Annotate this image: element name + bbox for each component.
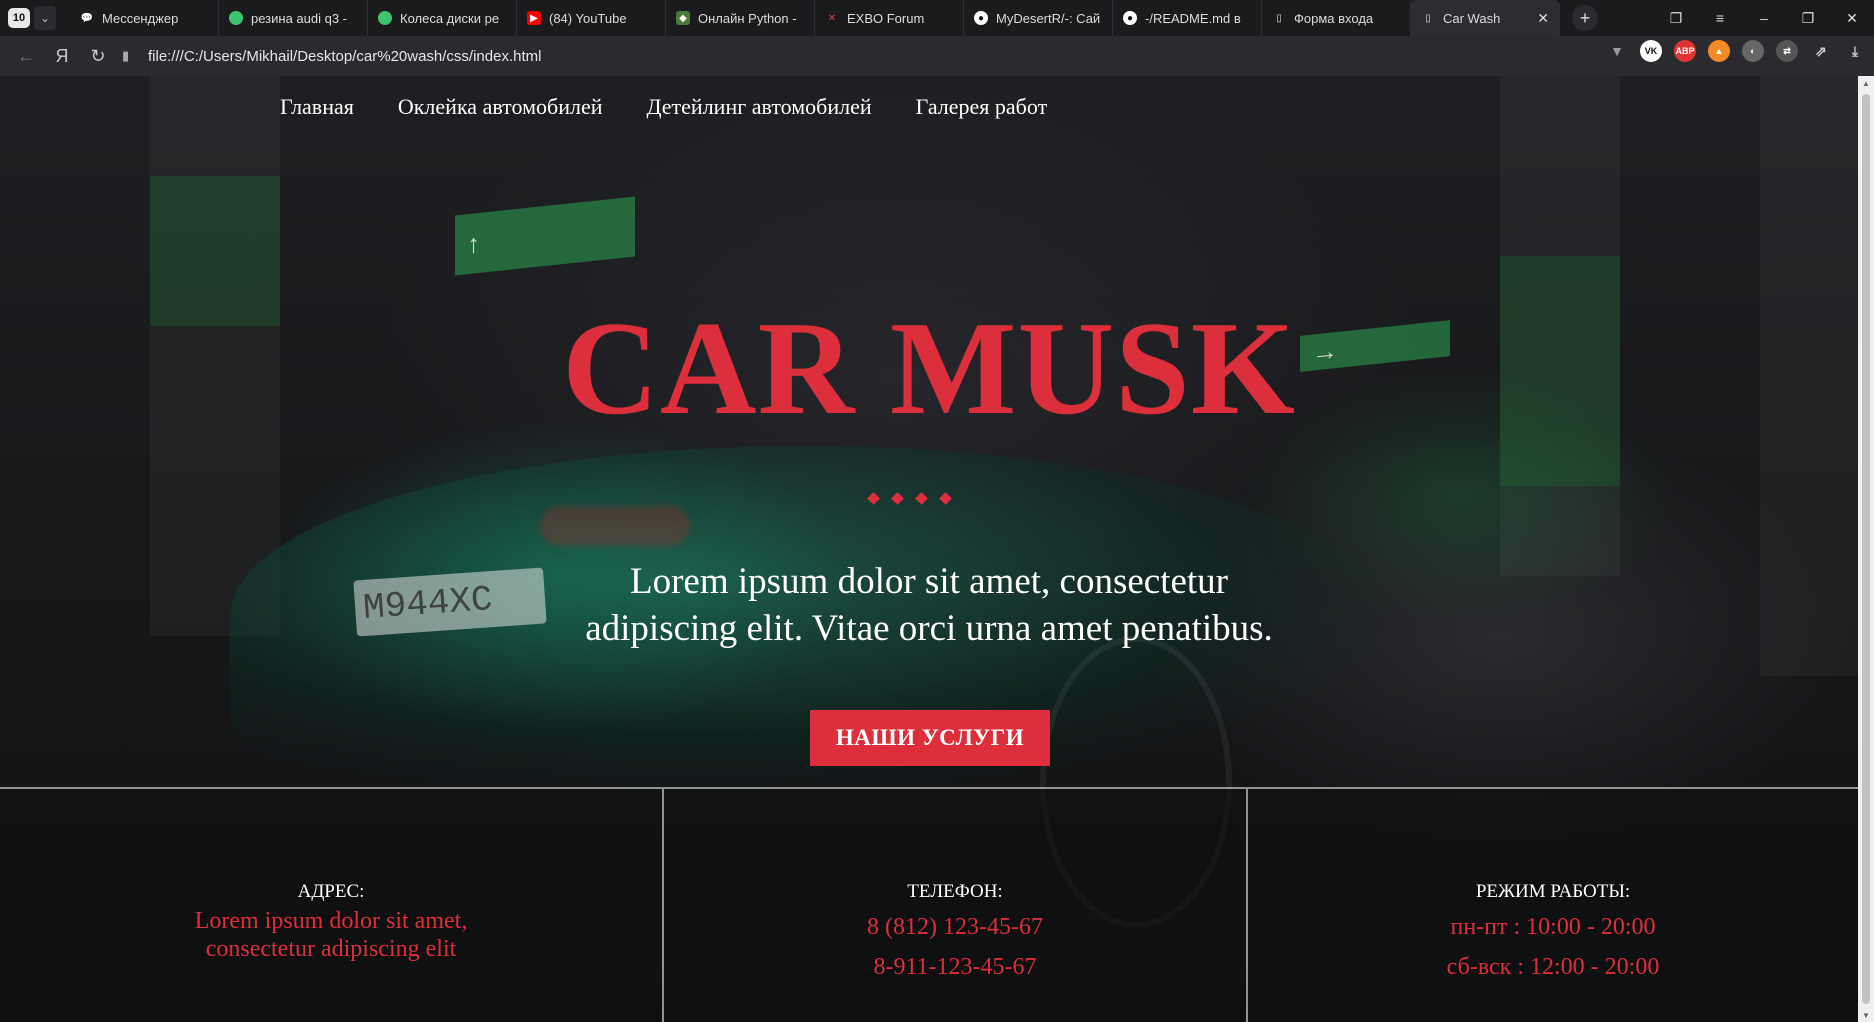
hours-value: пн-пт : 10:00 - 20:00 bbox=[1450, 914, 1656, 940]
diamond-icon bbox=[867, 492, 880, 505]
new-tab-button[interactable]: + bbox=[1572, 5, 1598, 31]
tabs-dropdown-icon[interactable]: ⌄ bbox=[34, 6, 56, 30]
address-bar[interactable]: file:///C:/Users/Mikhail/Desktop/car%20w… bbox=[148, 48, 541, 65]
metamask-icon[interactable]: ▲ bbox=[1708, 40, 1730, 62]
tab-audi-tires[interactable]: резина audi q3 - bbox=[219, 0, 368, 36]
tab-wheels[interactable]: Колеса диски ре bbox=[368, 0, 517, 36]
tab-title: Форма входа bbox=[1294, 10, 1374, 26]
nav-link-wrapping[interactable]: Оклейка автомобилей bbox=[398, 94, 603, 120]
document-icon: ▯ bbox=[1425, 12, 1431, 24]
back-arrow-icon[interactable]: ← bbox=[8, 40, 44, 72]
vk-icon[interactable]: VK bbox=[1640, 40, 1662, 62]
phone-block: ТЕЛЕФОН: 8 (812) 123-45-67 8-911-123-45-… bbox=[662, 789, 1246, 1022]
hours-value: сб-вск : 12:00 - 20:00 bbox=[1446, 954, 1660, 980]
scroll-up-icon[interactable]: ▲ bbox=[1858, 76, 1874, 90]
tab-title: Мессенджер bbox=[102, 10, 179, 26]
tab-exbo[interactable]: ✕ EXBO Forum bbox=[815, 0, 964, 36]
bookmark-icon[interactable]: ▼ bbox=[1606, 40, 1628, 62]
python-shield-icon: ◆ bbox=[676, 11, 690, 25]
tab-car-wash[interactable]: ▯ Car Wash ✕ bbox=[1411, 0, 1560, 36]
contact-info-row: АДРЕС: Lorem ipsum dolor sit amet, conse… bbox=[0, 787, 1858, 1022]
download-icon[interactable]: ⤓ bbox=[1844, 40, 1866, 62]
yandex-icon[interactable]: Я bbox=[44, 40, 80, 72]
exbo-icon: ✕ bbox=[827, 12, 837, 24]
youtube-icon: ▶ bbox=[527, 11, 541, 25]
diamond-icon bbox=[891, 492, 904, 505]
hero-title: CAR MUSK bbox=[562, 294, 1296, 442]
scrollbar-thumb[interactable] bbox=[1862, 94, 1870, 1004]
hours-label: РЕЖИМ РАБОТЫ: bbox=[1475, 881, 1631, 902]
tab-youtube[interactable]: ▶ (84) YouTube bbox=[517, 0, 666, 36]
our-services-button[interactable]: НАШИ УСЛУГИ bbox=[810, 710, 1050, 766]
address-label: АДРЕС: bbox=[297, 881, 365, 902]
web-page: ↑ → M944XC Главная Оклейка автомобилей Д… bbox=[0, 76, 1858, 1022]
tab-title: (84) YouTube bbox=[549, 10, 627, 26]
tab-title: резина audi q3 - bbox=[251, 10, 348, 26]
avito-icon bbox=[229, 11, 243, 25]
diamond-icon bbox=[939, 492, 952, 505]
hero-description-line: Lorem ipsum dolor sit amet, consectetur bbox=[629, 561, 1229, 602]
tab-github-readme[interactable]: ● -/README.md в bbox=[1113, 0, 1262, 36]
tab-title: -/README.md в bbox=[1145, 10, 1241, 26]
diamond-icon bbox=[915, 492, 928, 505]
site-navigation: Главная Оклейка автомобилей Детейлинг ав… bbox=[280, 94, 1047, 120]
collections-icon[interactable]: ❐ bbox=[1654, 0, 1698, 36]
hero-description-line: adipiscing elit. Vitae orci urna amet pe… bbox=[585, 608, 1273, 649]
address-value: Lorem ipsum dolor sit amet, bbox=[194, 908, 468, 934]
extensions-bar: ▼ VK ABP ▲ ◐ ⇄ ⇗ ⤓ bbox=[1606, 40, 1866, 62]
tab-counter-badge[interactable]: 10 bbox=[8, 8, 30, 28]
tab-github-site[interactable]: ● MyDesertR/-: Сай bbox=[964, 0, 1113, 36]
browser-toolbar: ← Я ↻ ▮ file:///C:/Users/Mikhail/Desktop… bbox=[0, 36, 1874, 76]
adblock-icon[interactable]: ABP bbox=[1674, 40, 1696, 62]
translate-icon[interactable]: ⇄ bbox=[1776, 40, 1798, 62]
tab-messenger[interactable]: 💬 Мессенджер bbox=[70, 0, 219, 36]
tab-title: EXBO Forum bbox=[847, 10, 925, 26]
minimize-icon[interactable]: – bbox=[1742, 0, 1786, 36]
close-window-icon[interactable]: ✕ bbox=[1830, 0, 1874, 36]
extension-icon[interactable]: ◐ bbox=[1742, 40, 1764, 62]
tab-login-form[interactable]: ▯ Форма входа bbox=[1262, 0, 1411, 36]
diamond-divider bbox=[867, 492, 952, 505]
restore-icon[interactable]: ❐ bbox=[1786, 0, 1830, 36]
menu-icon[interactable]: ≡ bbox=[1698, 0, 1742, 36]
window-controls: ❐ ≡ – ❐ ✕ bbox=[1654, 0, 1874, 36]
hero-description: Lorem ipsum dolor sit amet, consectetur … bbox=[0, 558, 1858, 652]
github-icon: ● bbox=[974, 11, 988, 25]
nav-link-detailing[interactable]: Детейлинг автомобилей bbox=[647, 94, 872, 120]
tab-title: Колеса диски ре bbox=[400, 10, 500, 26]
share-icon[interactable]: ⇗ bbox=[1810, 40, 1832, 62]
hours-block: РЕЖИМ РАБОТЫ: пн-пт : 10:00 - 20:00 сб-в… bbox=[1246, 789, 1858, 1022]
document-icon: ▯ bbox=[1276, 12, 1282, 24]
phone-number[interactable]: 8 (812) 123-45-67 bbox=[664, 907, 1246, 947]
file-icon: ▮ bbox=[122, 48, 130, 63]
parking-sign: ↑ bbox=[455, 196, 635, 276]
phone-label: ТЕЛЕФОН: bbox=[907, 881, 1003, 902]
tab-title: Онлайн Python - bbox=[698, 10, 797, 26]
github-icon: ● bbox=[1123, 11, 1137, 25]
nav-link-home[interactable]: Главная bbox=[280, 94, 354, 120]
browser-tab-strip: 10 ⌄ 💬 Мессенджер резина audi q3 - Колес… bbox=[0, 0, 1874, 36]
address-value: consectetur adipiscing elit bbox=[205, 936, 457, 962]
messenger-icon: 💬 bbox=[80, 12, 94, 24]
tab-python[interactable]: ◆ Онлайн Python - bbox=[666, 0, 815, 36]
close-tab-icon[interactable]: ✕ bbox=[1537, 10, 1549, 27]
scroll-down-icon[interactable]: ▼ bbox=[1858, 1008, 1874, 1022]
reload-icon[interactable]: ↻ bbox=[80, 40, 116, 72]
address-block: АДРЕС: Lorem ipsum dolor sit amet, conse… bbox=[0, 789, 662, 1022]
tab-list: 💬 Мессенджер резина audi q3 - Колеса дис… bbox=[70, 0, 1560, 36]
tab-title: Car Wash bbox=[1443, 10, 1501, 26]
avito-icon bbox=[378, 11, 392, 25]
tab-title: MyDesertR/-: Сай bbox=[996, 10, 1101, 26]
nav-link-gallery[interactable]: Галерея работ bbox=[916, 94, 1048, 120]
phone-number[interactable]: 8-911-123-45-67 bbox=[664, 947, 1246, 987]
page-scrollbar[interactable]: ▲ ▼ bbox=[1858, 76, 1874, 1022]
